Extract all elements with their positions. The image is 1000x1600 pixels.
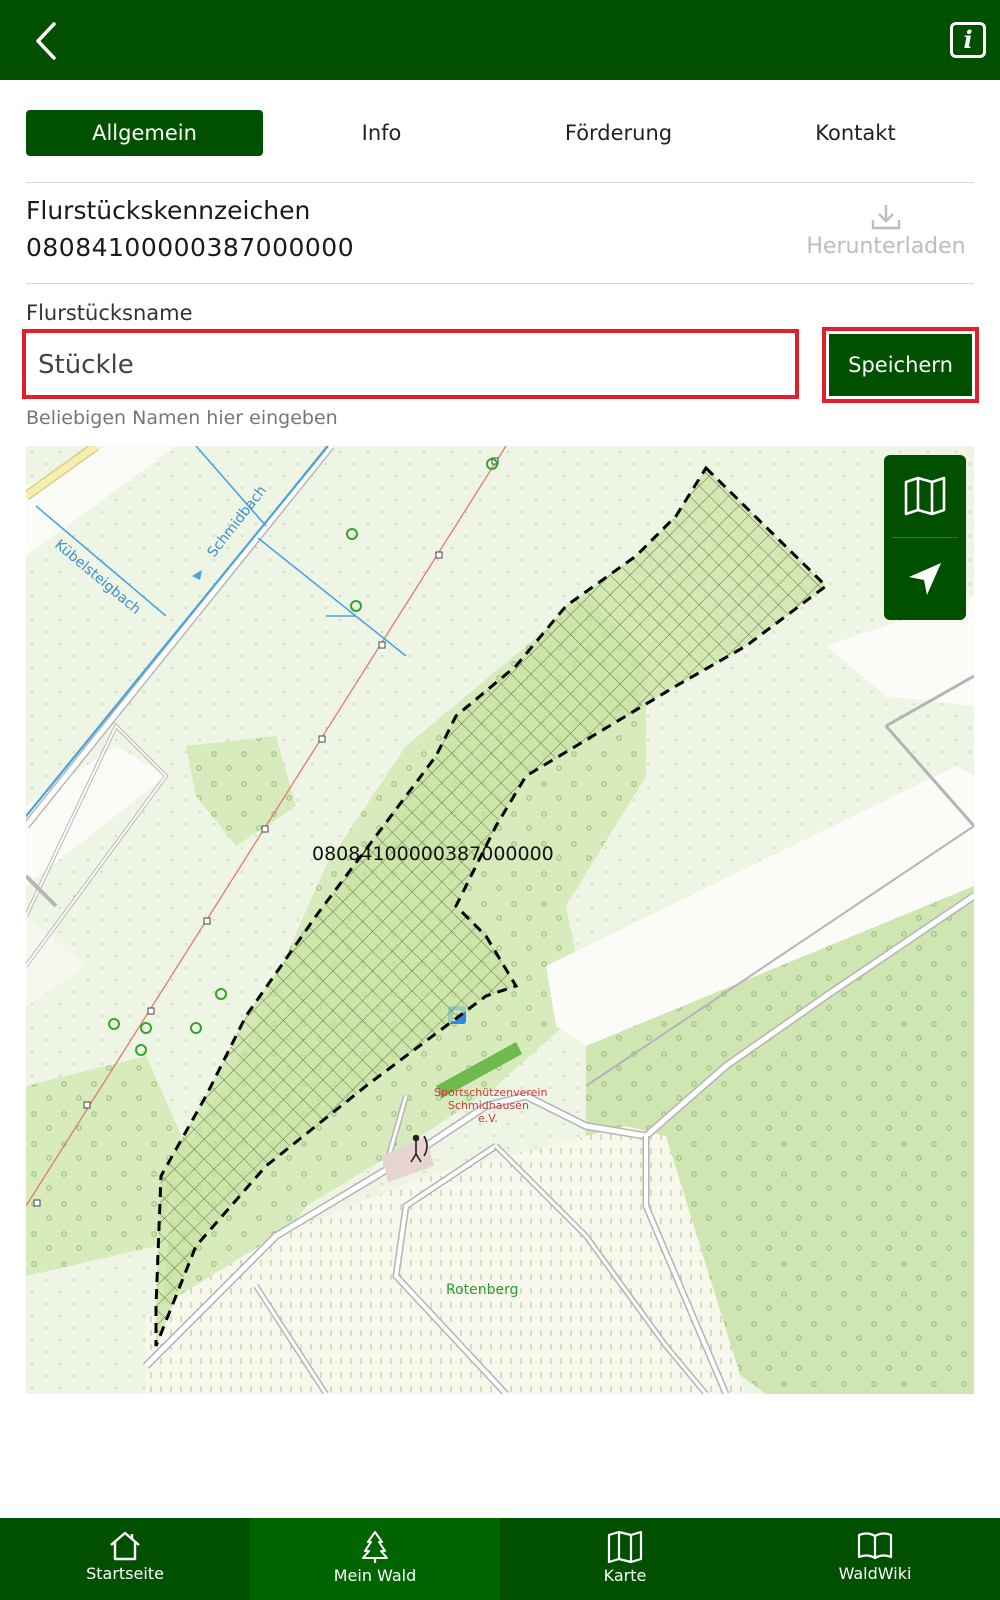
map-layers-button[interactable]: [884, 455, 966, 537]
locate-icon: [909, 563, 941, 595]
map-label-rotenberg: Rotenberg: [446, 1282, 519, 1298]
nav-label: Startseite: [86, 1564, 164, 1583]
bottom-navigation: Startseite Mein Wald Karte WaldWiki: [0, 1518, 1000, 1600]
download-icon: [871, 205, 901, 230]
parcel-name-input[interactable]: [36, 341, 780, 389]
top-app-bar: i: [0, 0, 1000, 80]
book-icon: [857, 1532, 893, 1560]
back-button[interactable]: [28, 20, 68, 62]
tab-foerderung[interactable]: Förderung: [500, 110, 737, 156]
map-view[interactable]: Schmidbach Kübelsteigbach Sportschützenv…: [26, 446, 974, 1394]
home-icon: [110, 1531, 140, 1561]
parcel-name-field-frame: [22, 329, 799, 399]
save-button-frame: Speichern: [822, 327, 979, 403]
map-layers-icon: [904, 476, 946, 516]
nav-waldwiki[interactable]: WaldWiki: [750, 1518, 1000, 1600]
nav-label: Karte: [603, 1566, 647, 1585]
divider: [26, 283, 974, 284]
map-icon: [607, 1530, 643, 1564]
download-button[interactable]: Herunterladen: [798, 202, 974, 262]
map-label-club-line2: Schmidhausen: [448, 1099, 529, 1112]
nav-label: WaldWiki: [838, 1564, 912, 1583]
nav-startseite[interactable]: Startseite: [0, 1518, 250, 1600]
parcel-name-label: Flurstücksname: [26, 301, 193, 325]
save-button[interactable]: Speichern: [829, 334, 972, 396]
nav-karte[interactable]: Karte: [500, 1518, 750, 1600]
tab-allgemein[interactable]: Allgemein: [26, 110, 263, 156]
locate-button[interactable]: [884, 538, 966, 620]
parcel-id-label: Flurstückskennzeichen: [26, 196, 311, 225]
map-label-club-line1: Sportschützenverein: [434, 1086, 547, 1099]
map-canvas: Schmidbach Kübelsteigbach Sportschützenv…: [26, 446, 974, 1394]
divider: [26, 182, 974, 183]
map-parcel-label: 08084100000387000000: [312, 843, 554, 865]
info-button[interactable]: i: [950, 22, 986, 58]
download-label: Herunterladen: [806, 234, 966, 259]
parcel-id-value: 08084100000387000000: [26, 233, 355, 262]
map-control-panel: [884, 455, 966, 620]
tab-info[interactable]: Info: [263, 110, 500, 156]
info-icon: i: [963, 25, 973, 54]
map-label-club-line3: e.V.: [478, 1112, 498, 1125]
tab-bar: Allgemein Info Förderung Kontakt: [26, 110, 974, 156]
chevron-left-icon: [36, 22, 56, 60]
nav-mein-wald[interactable]: Mein Wald: [250, 1518, 500, 1600]
nav-label: Mein Wald: [333, 1566, 417, 1585]
parcel-name-hint: Beliebigen Namen hier eingeben: [26, 407, 338, 429]
tree-icon: [362, 1531, 388, 1563]
tab-kontakt[interactable]: Kontakt: [737, 110, 974, 156]
